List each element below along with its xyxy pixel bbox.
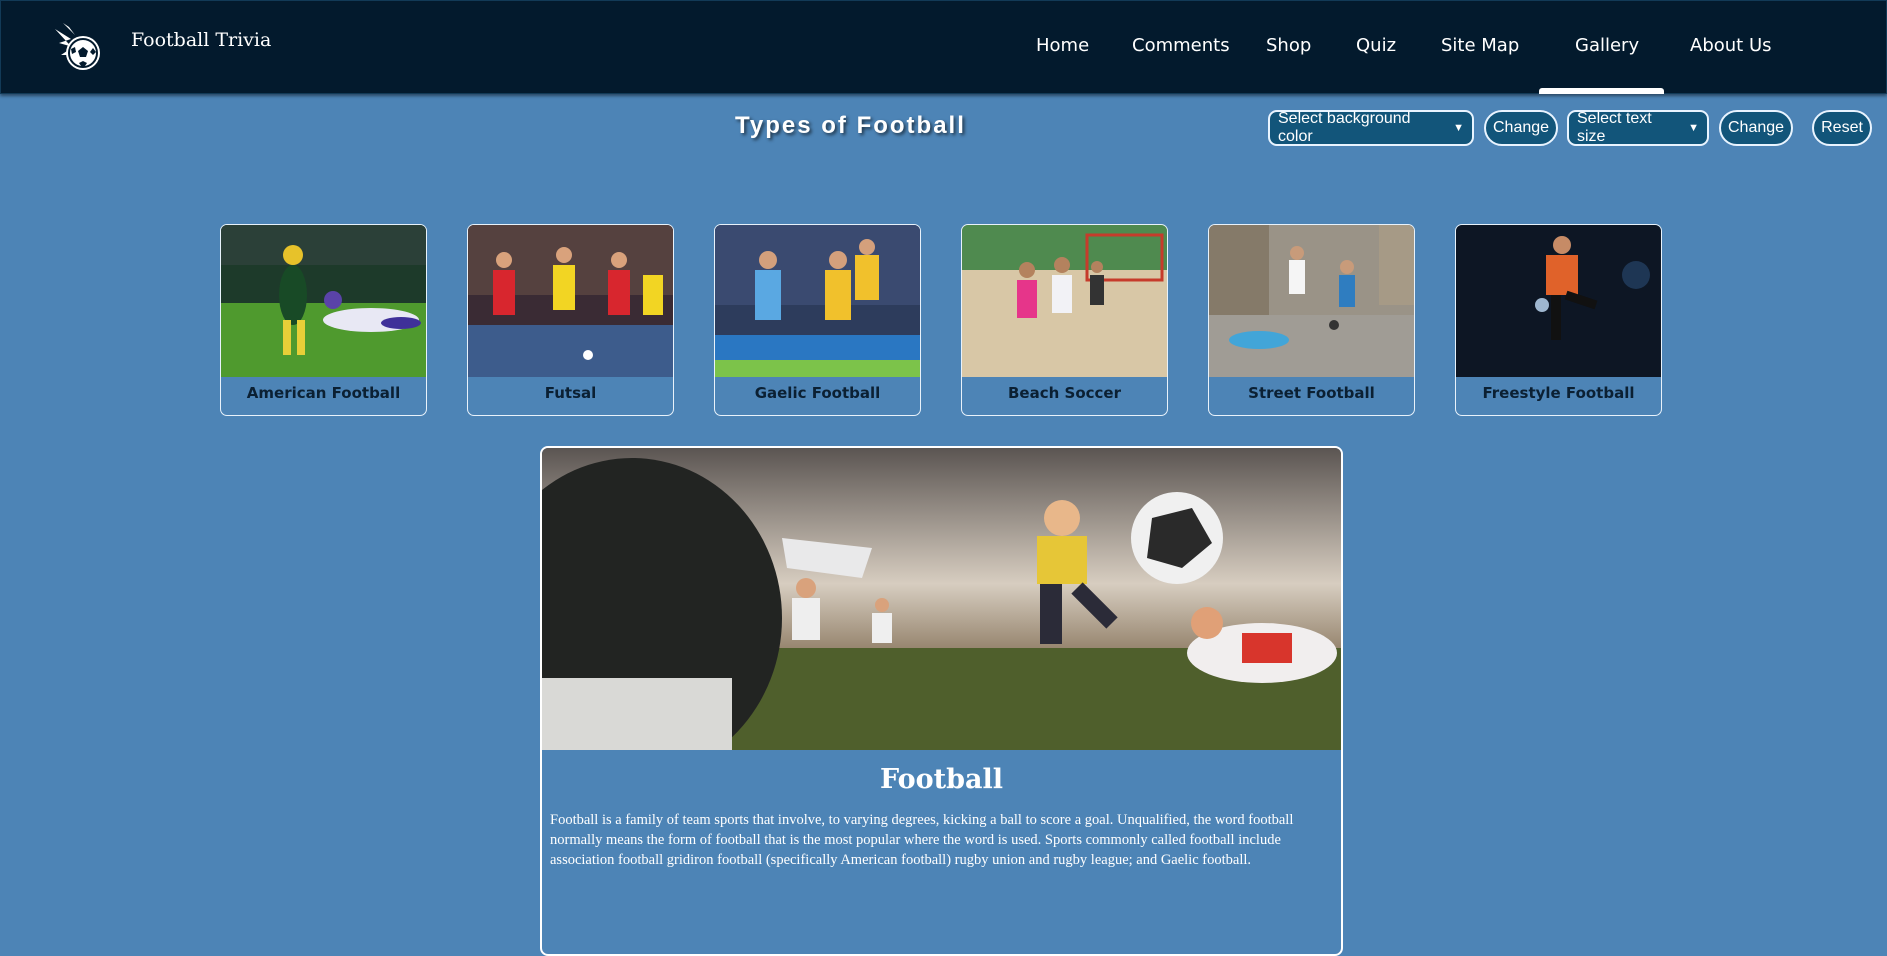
american-football-image [221, 225, 426, 377]
nav-about-us[interactable]: About Us [1690, 35, 1772, 56]
page-title: Types of Football [735, 112, 966, 139]
futsal-image [468, 225, 673, 377]
brand-name[interactable]: Football Trivia [131, 29, 271, 51]
beach-soccer-image [962, 225, 1167, 377]
change-text-size-label: Change [1727, 119, 1785, 136]
background-color-select-value: Select background color [1278, 110, 1411, 145]
gallery-label: Freestyle Football [1482, 384, 1635, 402]
gallery-label: Beach Soccer [1008, 384, 1121, 402]
nav-quiz[interactable]: Quiz [1356, 35, 1396, 56]
nav-comments[interactable]: Comments [1132, 35, 1230, 56]
gallery-label: Gaelic Football [754, 384, 881, 402]
feature-card: Football Football is a family of team sp… [540, 446, 1343, 956]
reset-label: Reset [1821, 119, 1863, 136]
reset-button[interactable]: Reset [1812, 110, 1872, 146]
feature-title: Football [879, 764, 1004, 795]
change-text-size-button[interactable]: Change [1719, 110, 1793, 146]
text-size-select-value: Select text size [1577, 110, 1652, 145]
nav-home[interactable]: Home [1036, 35, 1089, 56]
gallery-card-beach-soccer[interactable]: Beach Soccer [961, 224, 1168, 416]
street-football-image [1209, 225, 1414, 377]
freestyle-football-image [1456, 225, 1661, 377]
background-color-select[interactable]: Select background color ▼ [1268, 110, 1474, 146]
active-tab-indicator [1539, 88, 1664, 94]
change-background-button[interactable]: Change [1484, 110, 1558, 146]
gallery-card-american-football[interactable]: American Football [220, 224, 427, 416]
text-size-select[interactable]: Select text size ▼ [1567, 110, 1709, 146]
nav-site-map[interactable]: Site Map [1441, 35, 1519, 56]
gallery-card-freestyle-football[interactable]: Freestyle Football [1455, 224, 1662, 416]
football-hero-image [542, 448, 1341, 750]
chevron-down-icon: ▼ [1688, 122, 1699, 134]
change-background-label: Change [1492, 119, 1550, 136]
gallery-label: American Football [246, 384, 401, 402]
gallery-label: Futsal [544, 384, 597, 402]
navbar: Football Trivia Home Comments Shop Quiz … [0, 0, 1887, 94]
gaelic-football-image [715, 225, 920, 377]
nav-gallery[interactable]: Gallery [1575, 35, 1639, 56]
gallery-card-street-football[interactable]: Street Football [1208, 224, 1415, 416]
gallery-label: Street Football [1248, 384, 1375, 402]
nav-shop[interactable]: Shop [1266, 35, 1311, 56]
gallery-card-gaelic-football[interactable]: Gaelic Football [714, 224, 921, 416]
chevron-down-icon: ▼ [1453, 122, 1464, 134]
flaming-football-icon[interactable] [49, 19, 105, 75]
gallery-card-futsal[interactable]: Futsal [467, 224, 674, 416]
feature-description: Football is a family of team sports that… [550, 812, 1294, 868]
